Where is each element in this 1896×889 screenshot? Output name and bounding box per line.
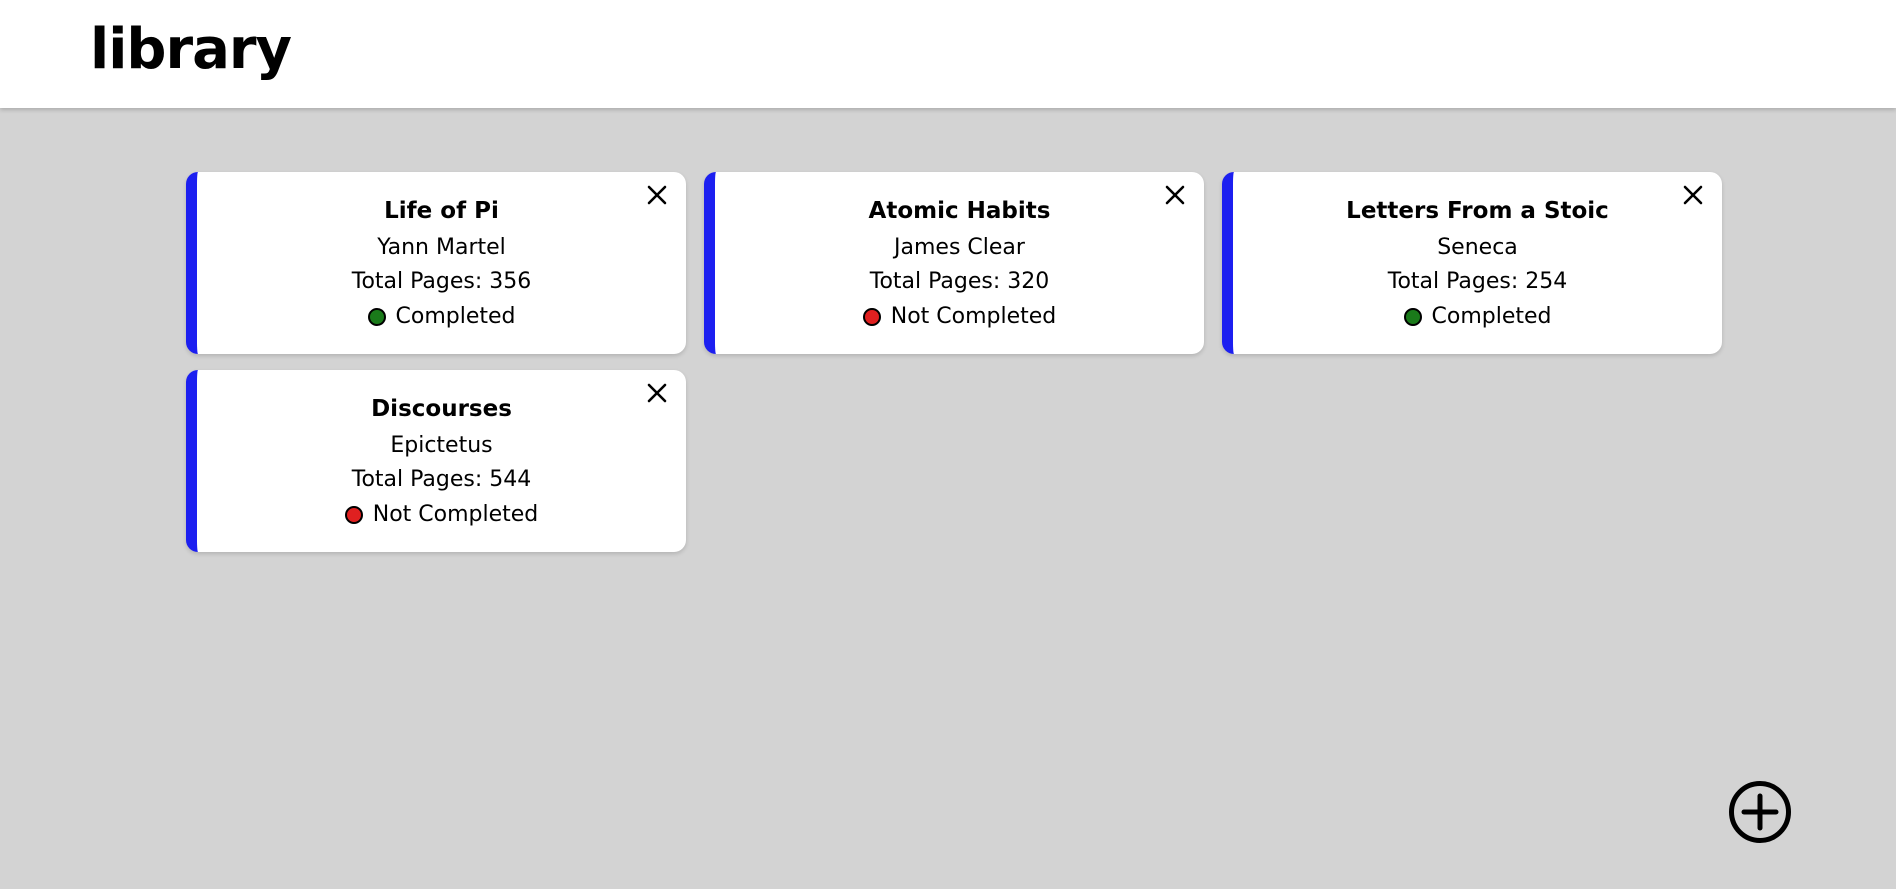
book-card: Life of Pi Yann Martel Total Pages: 356 … (186, 172, 686, 354)
book-title: Discourses (371, 396, 512, 422)
status-label: Completed (1431, 304, 1552, 329)
app-title: library (90, 17, 292, 82)
book-grid: Life of Pi Yann Martel Total Pages: 356 … (186, 172, 1722, 552)
book-pages: Total Pages: 544 (351, 467, 532, 492)
plus-circle-icon (1729, 781, 1791, 843)
book-author: Yann Martel (377, 235, 506, 260)
status-label: Not Completed (372, 502, 539, 527)
book-pages: Total Pages: 356 (351, 269, 532, 294)
status-dot-icon (367, 308, 386, 326)
read-status-toggle[interactable]: Not Completed (715, 302, 1204, 332)
book-card: Letters From a Stoic Seneca Total Pages:… (1222, 172, 1722, 354)
read-status-toggle[interactable]: Completed (1233, 302, 1722, 332)
book-title: Atomic Habits (868, 198, 1051, 224)
add-book-button[interactable] (1728, 780, 1792, 844)
status-dot-icon (344, 506, 363, 524)
status-dot-icon (1403, 308, 1422, 326)
book-title: Life of Pi (384, 198, 499, 224)
book-pages: Total Pages: 320 (869, 269, 1050, 294)
book-card: Atomic Habits James Clear Total Pages: 3… (704, 172, 1204, 354)
status-dot-icon (862, 308, 881, 326)
book-author: Epictetus (390, 433, 493, 458)
read-status-toggle[interactable]: Completed (197, 302, 686, 332)
book-pages: Total Pages: 254 (1387, 269, 1568, 294)
status-label: Not Completed (890, 304, 1057, 329)
read-status-toggle[interactable]: Not Completed (197, 500, 686, 530)
status-label: Completed (395, 304, 516, 329)
book-author: James Clear (894, 235, 1025, 260)
book-title: Letters From a Stoic (1346, 198, 1609, 224)
app-header: library (0, 0, 1896, 108)
book-card: Discourses Epictetus Total Pages: 544 No… (186, 370, 686, 552)
book-author: Seneca (1437, 235, 1518, 260)
